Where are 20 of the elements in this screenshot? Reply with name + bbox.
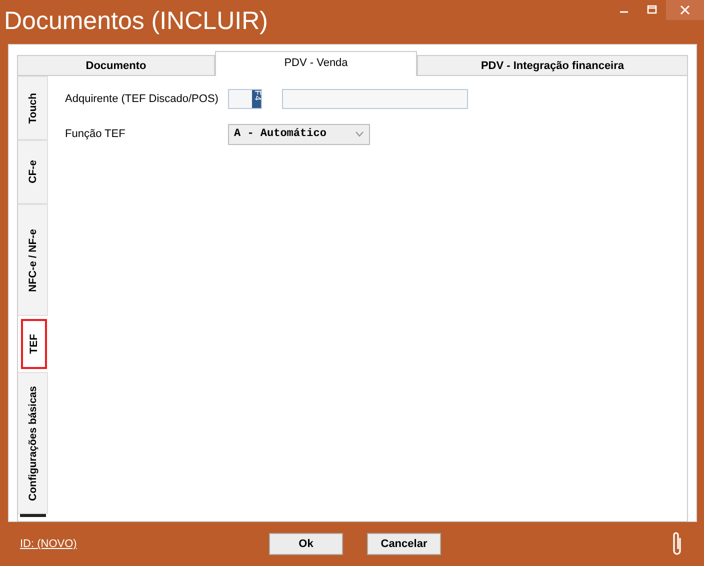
caret-icon — [355, 131, 364, 137]
dialog-button[interactable]: Ok — [269, 533, 343, 555]
side-tab[interactable]: TEF — [21, 319, 47, 369]
dialog-button[interactable]: Cancelar — [367, 533, 441, 555]
side-tab[interactable]: NFC-e / NF-e — [18, 204, 48, 316]
tab[interactable]: PDV - Integração financeira — [417, 55, 688, 76]
id-link[interactable]: ID: (NOVO) — [20, 538, 140, 550]
dropdown[interactable]: A - Automático — [228, 124, 370, 144]
window-title: Documentos (INCLUIR) — [3, 6, 268, 36]
side-tab[interactable]: Configurações básicas — [18, 372, 48, 514]
field-label: Adquirente (TEF Discado/POS) — [65, 93, 220, 105]
tab[interactable]: Documento — [17, 55, 215, 76]
side-tab[interactable]: Touch — [18, 76, 48, 140]
close-button[interactable] — [666, 0, 704, 20]
side-tab[interactable]: CF-e — [18, 140, 48, 204]
close-icon — [678, 3, 692, 17]
code-field[interactable]: F4 — [228, 89, 262, 109]
input-field[interactable] — [282, 89, 468, 109]
field-label: Função TEF — [65, 128, 126, 140]
tab[interactable]: PDV - Venda — [215, 51, 417, 76]
